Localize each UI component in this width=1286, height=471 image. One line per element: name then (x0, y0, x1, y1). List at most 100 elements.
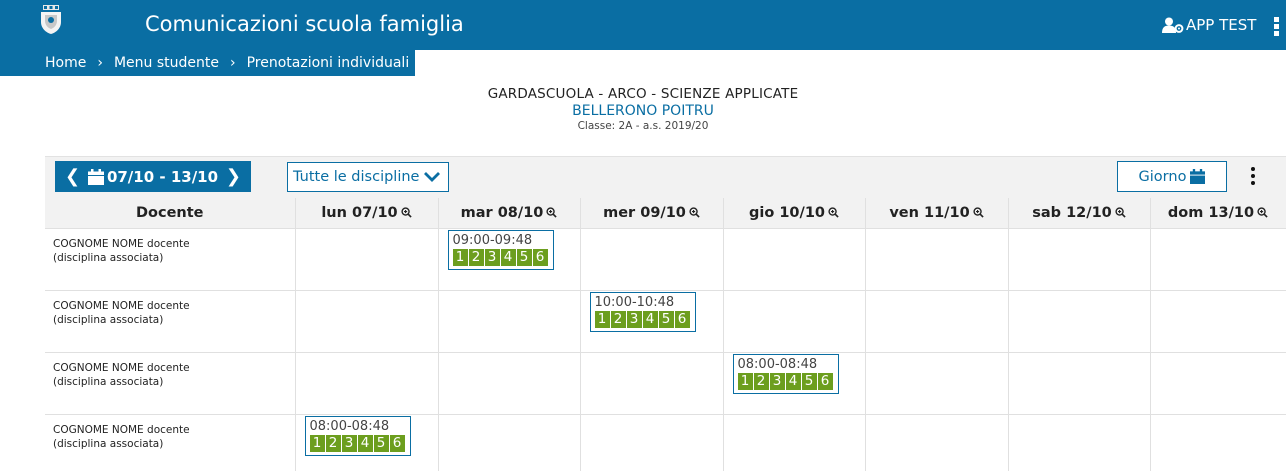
day-cell (437, 289, 581, 353)
slot-position-button[interactable]: 5 (516, 248, 532, 266)
slot-positions: 123456 (737, 372, 834, 390)
prev-week-button[interactable]: ❮ (65, 166, 80, 187)
breadcrumb-menu-studente[interactable]: Menu studente (114, 55, 219, 71)
zoom-in-icon[interactable] (1257, 207, 1268, 218)
zoom-in-icon[interactable] (689, 207, 700, 218)
teacher-name: COGNOME NOME docente (53, 423, 190, 436)
teacher-name: COGNOME NOME docente (53, 299, 190, 312)
column-header-day[interactable]: gio 10/10 (723, 198, 866, 229)
day-cell (1007, 227, 1151, 291)
table-row: COGNOME NOME docente (disciplina associat… (45, 413, 1286, 471)
slot-position-button[interactable]: 2 (610, 310, 626, 328)
teacher-cell: COGNOME NOME docente (disciplina associat… (45, 289, 296, 353)
slot-position-button[interactable]: 4 (642, 310, 658, 328)
schedule-body: COGNOME NOME docente (disciplina associat… (45, 227, 1286, 471)
student-name: BELLERONO POITRU (572, 103, 714, 119)
day-label: lun 07/10 (321, 204, 398, 221)
slot-position-button[interactable]: 6 (389, 434, 405, 452)
breadcrumb-home[interactable]: Home (45, 55, 86, 71)
column-header-day[interactable]: dom 13/10 (1150, 198, 1286, 229)
day-cell (579, 413, 724, 471)
day-label: mer 09/10 (603, 204, 686, 221)
teacher-subject: (disciplina associata) (53, 313, 164, 326)
zoom-in-icon[interactable] (546, 207, 558, 218)
slot-position-button[interactable]: 4 (357, 434, 373, 452)
discipline-dropdown[interactable]: Tutte le discipline (287, 162, 449, 192)
calendar-icon (87, 168, 104, 185)
zoom-in-icon[interactable] (828, 207, 839, 218)
breadcrumb-separator: › (97, 55, 103, 71)
discipline-selected: Tutte le discipline (293, 169, 420, 185)
table-header-row: Docente lun 07/10 mar 08/10 mer 09/10 gi… (45, 198, 1286, 229)
slot-position-button[interactable]: 5 (801, 372, 817, 390)
day-cell (1149, 413, 1286, 471)
slot-position-button[interactable]: 2 (753, 372, 769, 390)
teacher-name: COGNOME NOME docente (53, 361, 190, 374)
user-menu[interactable]: APP TEST (1162, 14, 1256, 36)
slot-position-button[interactable]: 2 (468, 248, 484, 266)
zoom-in-icon[interactable] (1115, 207, 1126, 218)
column-header-day[interactable]: ven 11/10 (865, 198, 1009, 229)
column-header-day[interactable]: sab 12/10 (1008, 198, 1151, 229)
day-cell (294, 227, 439, 291)
slot-position-button[interactable]: 1 (309, 434, 325, 452)
calendar-icon (1190, 169, 1206, 184)
day-cell (1007, 289, 1151, 353)
column-header-label: Docente (135, 204, 204, 221)
slot-position-button[interactable]: 1 (594, 310, 610, 328)
day-cell (579, 227, 724, 291)
slot-position-button[interactable]: 3 (626, 310, 642, 328)
slot-position-button[interactable]: 6 (532, 248, 548, 266)
slot-position-button[interactable]: 2 (325, 434, 341, 452)
coat-of-arms-icon (41, 5, 61, 34)
slot-position-button[interactable]: 5 (658, 310, 674, 328)
slot-positions: 123456 (309, 434, 406, 452)
slot-position-button[interactable]: 3 (484, 248, 500, 266)
day-cell (294, 289, 439, 353)
column-header-day[interactable]: lun 07/10 (295, 198, 439, 229)
slot-time: 09:00-09:48 (452, 232, 533, 248)
main-menu-icon[interactable] (1274, 17, 1282, 37)
day-label: dom 13/10 (1167, 204, 1255, 221)
day-cell (864, 289, 1009, 353)
booking-slot: 09:00-09:48 1 2 3 4 5 6 (447, 229, 554, 270)
column-header-day[interactable]: mer 09/10 (580, 198, 724, 229)
next-week-button[interactable]: ❯ (226, 166, 241, 187)
app-title: Comunicazioni scuola famiglia (145, 12, 464, 36)
day-cell (722, 227, 866, 291)
day-cell: 08:00-08:48 1 2 3 4 5 6 (722, 351, 866, 415)
slot-position-button[interactable]: 5 (373, 434, 389, 452)
slot-position-button[interactable]: 4 (500, 248, 516, 266)
slot-positions: 123456 (452, 248, 549, 266)
table-row: COGNOME NOME docente (disciplina associat… (45, 289, 1286, 353)
day-label: mar 08/10 (460, 204, 544, 221)
breadcrumb-prenotazioni[interactable]: Prenotazioni individuali (247, 55, 410, 71)
week-range-label: 07/10 - 13/10 (106, 167, 219, 186)
slot-position-button[interactable]: 4 (785, 372, 801, 390)
slot-position-button[interactable]: 1 (452, 248, 468, 266)
zoom-in-icon[interactable] (401, 207, 412, 218)
day-cell (864, 413, 1009, 471)
teacher-cell: COGNOME NOME docente (disciplina associat… (45, 413, 296, 471)
more-options-icon[interactable] (1251, 167, 1257, 187)
day-cell (1149, 351, 1286, 415)
slot-position-button[interactable]: 6 (674, 310, 690, 328)
week-range[interactable]: 07/10 - 13/10 (87, 167, 219, 186)
day-view-label: Giorno (1138, 168, 1187, 185)
teacher-subject: (disciplina associata) (53, 437, 164, 450)
zoom-in-icon[interactable] (973, 207, 984, 218)
chevron-down-icon (424, 172, 441, 182)
slot-position-button[interactable]: 3 (341, 434, 357, 452)
slot-position-button[interactable]: 3 (769, 372, 785, 390)
day-view-button[interactable]: Giorno (1117, 161, 1227, 192)
column-header-day[interactable]: mar 08/10 (438, 198, 581, 229)
slot-time: 08:00-08:48 (737, 356, 818, 372)
slot-position-button[interactable]: 6 (817, 372, 833, 390)
day-cell (722, 413, 866, 471)
table-row: COGNOME NOME docente (disciplina associat… (45, 227, 1286, 291)
day-cell: 10:00-10:48 1 2 3 4 5 6 (579, 289, 724, 353)
day-cell (437, 413, 581, 471)
slot-position-button[interactable]: 1 (737, 372, 753, 390)
users-settings-icon (1162, 17, 1184, 33)
day-cell: 09:00-09:48 1 2 3 4 5 6 (437, 227, 581, 291)
